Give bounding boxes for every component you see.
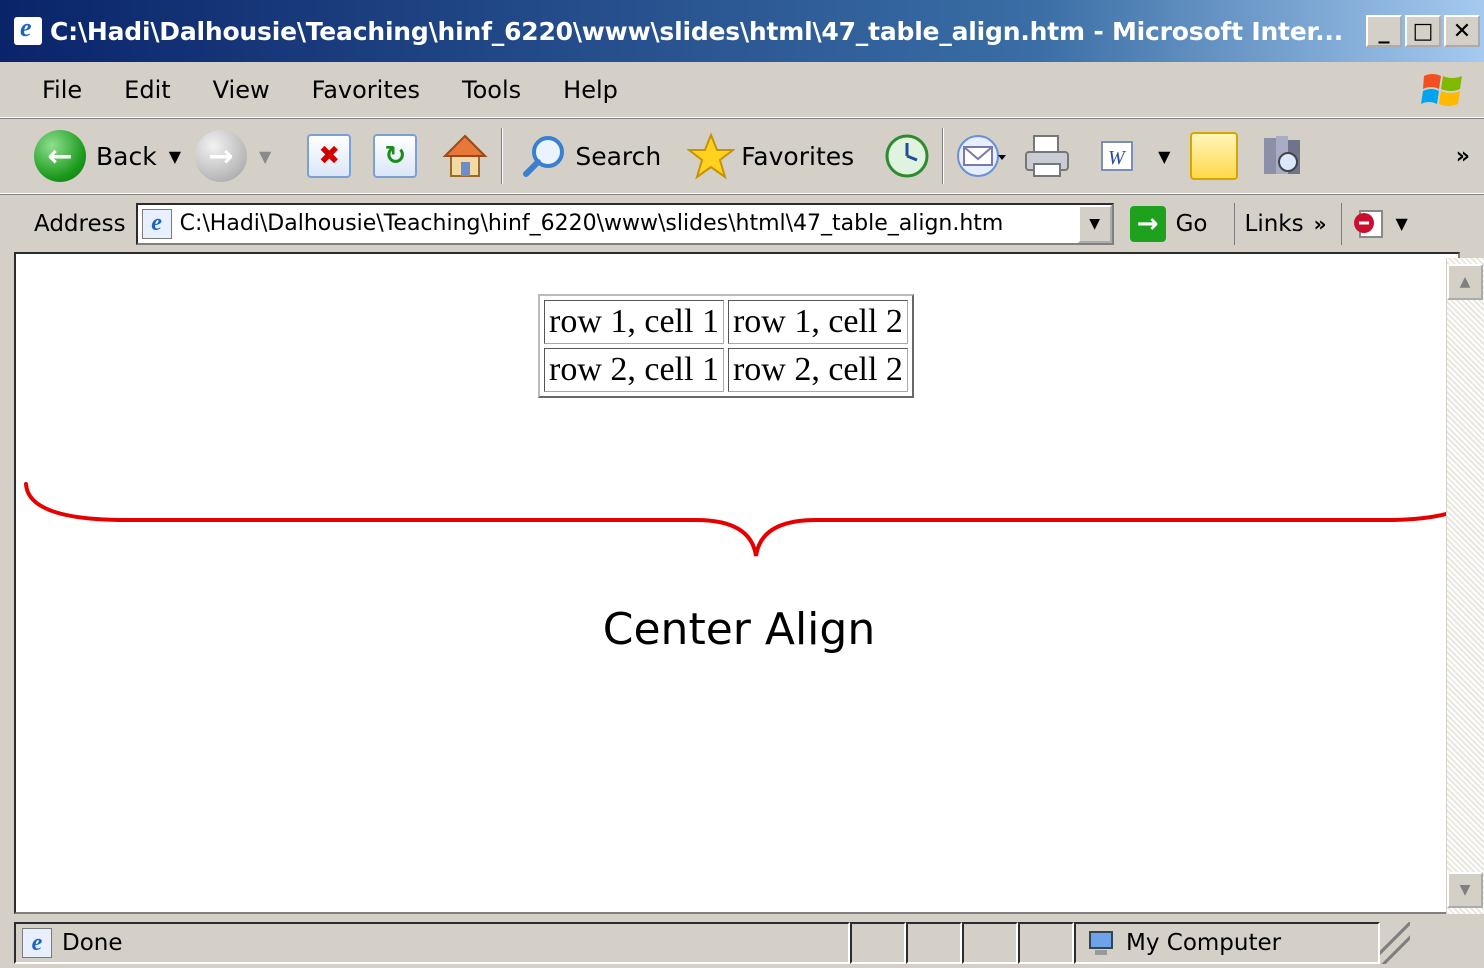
page-content: row 1, cell 1 row 1, cell 2 row 2, cell …: [14, 252, 1460, 914]
address-input[interactable]: e C:\Hadi\Dalhousie\Teaching\hinf_6220\w…: [135, 202, 1114, 245]
windows-logo-icon: [1421, 74, 1462, 106]
demo-table: row 1, cell 1 row 1, cell 2 row 2, cell …: [538, 294, 914, 398]
status-panel: [1018, 922, 1074, 964]
status-panel: [906, 922, 962, 964]
status-panel: [850, 922, 906, 964]
pdf-dropdown-icon[interactable]: ▼: [1396, 214, 1408, 233]
ie-icon: [14, 13, 42, 45]
window-controls: _ □ ✕: [1366, 15, 1480, 47]
table-cell: row 1, cell 2: [727, 300, 908, 344]
close-button[interactable]: ✕: [1444, 15, 1480, 47]
home-icon[interactable]: [441, 132, 489, 180]
refresh-icon[interactable]: ↻: [373, 134, 418, 178]
back-arrow-icon: ←: [34, 130, 86, 182]
address-value: C:\Hadi\Dalhousie\Teaching\hinf_6220\www…: [179, 211, 1004, 236]
status-bar: e Done My Computer: [0, 918, 1484, 968]
forward-button[interactable]: → ▼: [195, 130, 285, 182]
menu-help[interactable]: Help: [557, 76, 624, 104]
links-button[interactable]: Links »: [1233, 202, 1327, 245]
forward-dropdown-icon[interactable]: ▼: [259, 147, 271, 166]
search-button[interactable]: Search: [515, 133, 661, 179]
go-button[interactable]: → Go: [1129, 205, 1208, 242]
menu-tools[interactable]: Tools: [456, 76, 527, 104]
links-label: Links: [1244, 210, 1304, 237]
maximize-button[interactable]: □: [1405, 15, 1441, 47]
pdf-icon: [1353, 209, 1383, 238]
menu-view[interactable]: View: [207, 76, 276, 104]
scroll-up-icon[interactable]: ▲: [1447, 264, 1483, 300]
menu-file[interactable]: File: [36, 76, 88, 104]
edit-word-icon[interactable]: W: [1100, 138, 1136, 174]
edit-dropdown-icon[interactable]: ▼: [1158, 147, 1170, 166]
favorites-label: Favorites: [741, 141, 855, 171]
menu-edit[interactable]: Edit: [118, 76, 176, 104]
table-row: row 1, cell 1 row 1, cell 2: [544, 300, 908, 344]
links-more-icon: »: [1313, 211, 1327, 236]
page-icon: e: [141, 208, 172, 239]
toolbar-separator: [501, 128, 504, 184]
resize-grip-icon[interactable]: [1380, 922, 1410, 964]
page-status-icon: e: [22, 928, 52, 958]
discuss-icon[interactable]: [1190, 132, 1239, 180]
go-arrow-icon: →: [1129, 205, 1166, 242]
print-icon[interactable]: [1022, 132, 1074, 180]
mail-icon[interactable]: [956, 133, 1008, 179]
table-row: row 2, cell 1 row 2, cell 2: [544, 348, 908, 392]
back-label: Back: [96, 141, 157, 171]
go-label: Go: [1175, 210, 1208, 237]
address-label: Address: [34, 210, 126, 237]
table-cell: row 2, cell 1: [544, 348, 724, 392]
star-icon: [687, 132, 736, 180]
back-dropdown-icon[interactable]: ▼: [169, 147, 181, 166]
curly-brace-annotation: [24, 482, 1458, 557]
menu-bar: File Edit View Favorites Tools Help: [0, 62, 1484, 118]
security-zone-panel: My Computer: [1074, 922, 1380, 964]
toolbar-more-icon[interactable]: »: [1456, 144, 1470, 169]
status-panel: [962, 922, 1018, 964]
search-label: Search: [575, 141, 662, 171]
minimize-button[interactable]: _: [1366, 15, 1402, 47]
history-icon[interactable]: [884, 133, 930, 179]
svg-text:W: W: [1108, 147, 1127, 169]
address-dropdown-icon[interactable]: ▼: [1077, 204, 1112, 243]
favorites-button[interactable]: Favorites: [687, 132, 854, 180]
menu-favorites[interactable]: Favorites: [306, 76, 426, 104]
computer-icon: [1089, 931, 1113, 955]
toolbar-separator: [942, 128, 945, 184]
window-title: C:\Hadi\Dalhousie\Teaching\hinf_6220\www…: [50, 16, 1344, 46]
annotation-caption: Center Align: [602, 604, 876, 655]
security-zone-label: My Computer: [1126, 930, 1282, 956]
status-text: Done: [62, 930, 123, 956]
vertical-scrollbar[interactable]: ▲ ▼: [1446, 258, 1484, 914]
search-icon: [523, 136, 565, 177]
scroll-down-icon[interactable]: ▼: [1447, 872, 1483, 908]
pdf-toolbar-button[interactable]: ▼: [1340, 202, 1422, 245]
back-button[interactable]: ← Back ▼: [0, 130, 195, 182]
research-icon[interactable]: [1260, 132, 1306, 180]
address-bar: Address e C:\Hadi\Dalhousie\Teaching\hin…: [0, 194, 1484, 252]
standard-toolbar: ← Back ▼ → ▼ ✖ ↻ Search Favorites W ▼ »: [0, 118, 1484, 194]
forward-arrow-icon: →: [195, 130, 248, 182]
table-cell: row 2, cell 2: [727, 348, 908, 392]
title-bar: C:\Hadi\Dalhousie\Teaching\hinf_6220\www…: [0, 0, 1484, 62]
stop-icon[interactable]: ✖: [307, 134, 352, 178]
table-cell: row 1, cell 1: [544, 300, 724, 344]
status-text-panel: e Done: [14, 922, 850, 964]
